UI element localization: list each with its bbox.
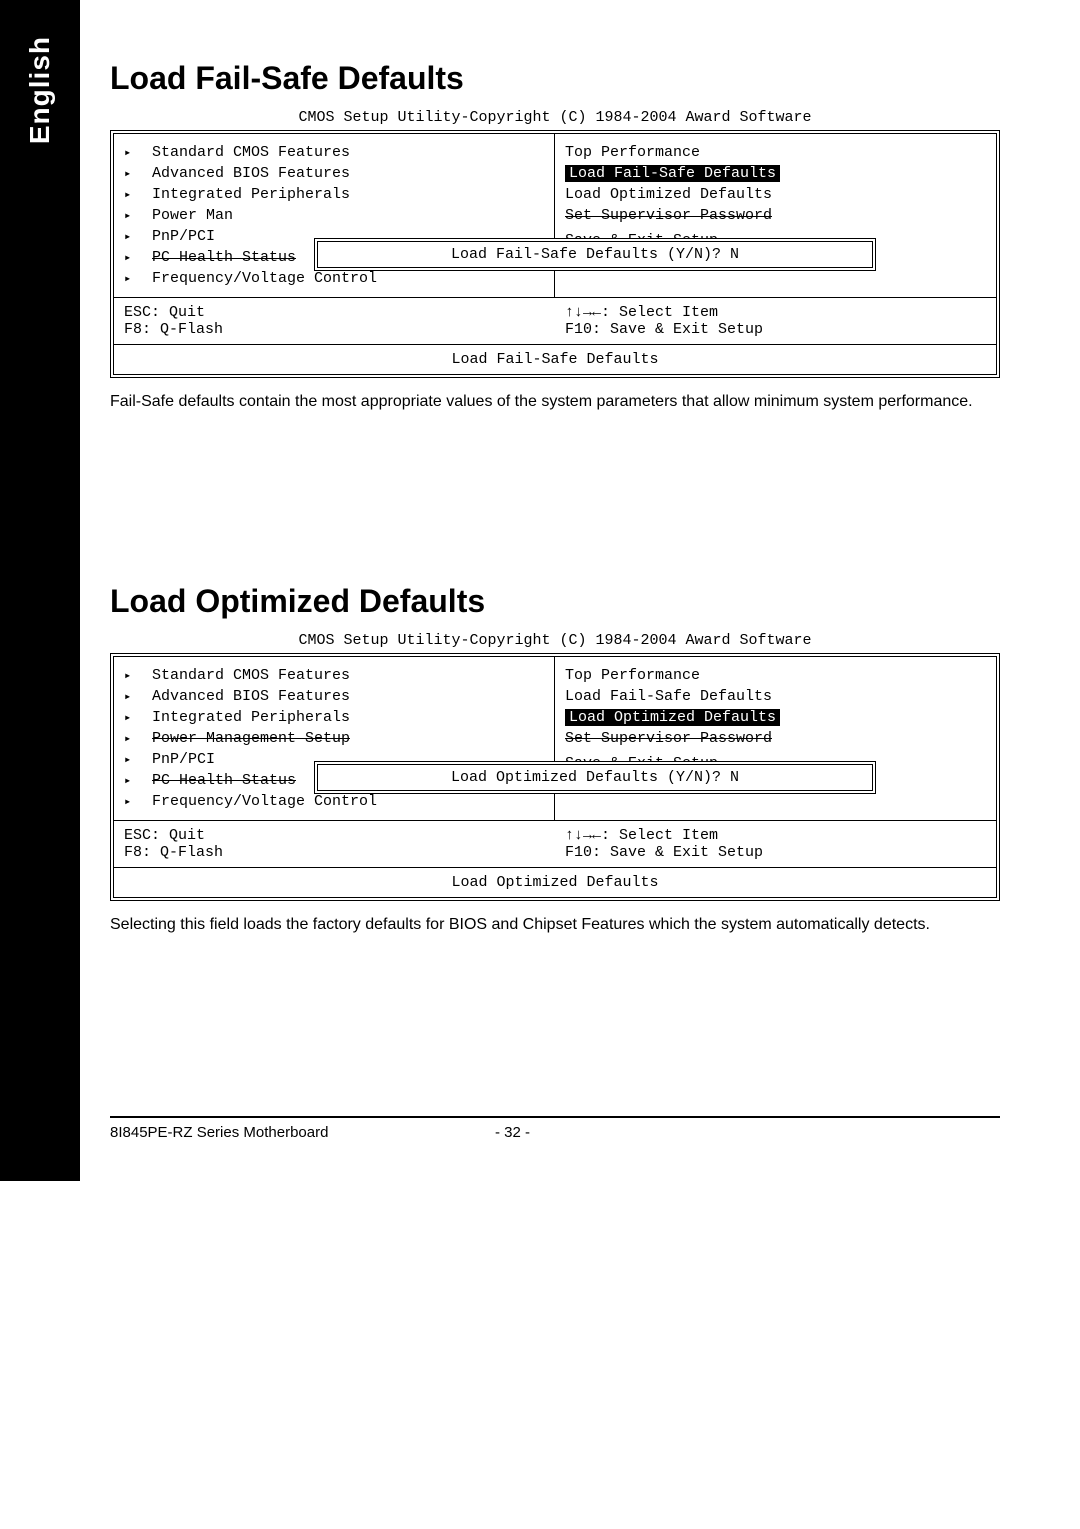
bios-panel-1: ▸Standard CMOS Features ▸Advanced BIOS F… — [110, 130, 1000, 378]
footer-f10: F10: Save & Exit Setup — [565, 844, 986, 861]
submenu-arrow-icon: ▸ — [124, 250, 152, 265]
bios-right-col-1: Top Performance Load Fail-Safe Defaults … — [555, 134, 996, 297]
menu-item-highlight[interactable]: Load Fail-Safe Defaults — [565, 163, 986, 184]
submenu-arrow-icon: ▸ — [124, 731, 152, 746]
menu-label: Set Supervisor Password — [565, 730, 772, 747]
dialog-text: Load Optimized Defaults (Y/N)? N — [451, 769, 739, 786]
submenu-arrow-icon: ▸ — [124, 187, 152, 202]
menu-item[interactable]: ▸Frequency/Voltage Control — [124, 268, 544, 289]
menu-item[interactable]: ▸Power Man — [124, 205, 544, 226]
submenu-arrow-icon: ▸ — [124, 773, 152, 788]
footer-model: 8I845PE-RZ Series Motherboard — [110, 1124, 495, 1141]
bios-right-col-2: Top Performance Load Fail-Safe Defaults … — [555, 657, 996, 820]
menu-label: Load Optimized Defaults — [565, 709, 780, 726]
menu-item[interactable]: Load Fail-Safe Defaults — [565, 686, 986, 707]
menu-item[interactable]: ▸Integrated Peripherals — [124, 184, 544, 205]
menu-label: PC Health Status — [152, 772, 296, 789]
section1-description: Fail-Safe defaults contain the most appr… — [110, 392, 1000, 413]
bios-left-col-2: ▸Standard CMOS Features ▸Advanced BIOS F… — [114, 657, 555, 820]
section2-title: Load Optimized Defaults — [110, 583, 1000, 620]
side-tab: English — [0, 0, 80, 1181]
submenu-arrow-icon: ▸ — [124, 689, 152, 704]
menu-label: Integrated Peripherals — [152, 186, 350, 203]
menu-item[interactable]: ▸Standard CMOS Features — [124, 142, 544, 163]
menu-item[interactable]: Set Supervisor Password — [565, 728, 986, 749]
menu-label: Load Fail-Safe Defaults — [565, 688, 772, 705]
footer-select: ↑↓→←: Select Item — [565, 827, 986, 844]
submenu-arrow-icon: ▸ — [124, 145, 152, 160]
menu-item-highlight[interactable]: Load Optimized Defaults — [565, 707, 986, 728]
menu-label: Frequency/Voltage Control — [152, 270, 377, 287]
footer-esc: ESC: Quit — [124, 827, 545, 844]
page-footer: 8I845PE-RZ Series Motherboard - 32 - — [110, 1116, 1000, 1141]
dialog-text: Load Fail-Safe Defaults (Y/N)? N — [451, 246, 739, 263]
menu-label: Power Management Setup — [152, 730, 350, 747]
submenu-arrow-icon: ▸ — [124, 794, 152, 809]
submenu-arrow-icon: ▸ — [124, 271, 152, 286]
side-tab-label: English — [24, 36, 56, 144]
menu-item[interactable]: Load Optimized Defaults — [565, 184, 986, 205]
footer-f10: F10: Save & Exit Setup — [565, 321, 986, 338]
menu-label: Top Performance — [565, 667, 700, 684]
menu-label: PC Health Status — [152, 249, 296, 266]
menu-item[interactable]: ▸Power Management Setup — [124, 728, 544, 749]
section1-caption: CMOS Setup Utility-Copyright (C) 1984-20… — [110, 109, 1000, 126]
menu-item[interactable]: ▸Advanced BIOS Features — [124, 163, 544, 184]
section2-caption: CMOS Setup Utility-Copyright (C) 1984-20… — [110, 632, 1000, 649]
footer-select: ↑↓→←: Select Item — [565, 304, 986, 321]
menu-label: Standard CMOS Features — [152, 144, 350, 161]
menu-label: PnP/PCI — [152, 751, 215, 768]
footer-f8: F8: Q-Flash — [124, 844, 545, 861]
footer-esc: ESC: Quit — [124, 304, 545, 321]
menu-item[interactable]: ▸Frequency/Voltage Control — [124, 791, 544, 812]
submenu-arrow-icon: ▸ — [124, 208, 152, 223]
menu-item[interactable]: ▸Advanced BIOS Features — [124, 686, 544, 707]
menu-label: Set Supervisor Password — [565, 207, 772, 224]
menu-label: PnP/PCI — [152, 228, 215, 245]
menu-label: Load Fail-Safe Defaults — [565, 165, 780, 182]
menu-label: Standard CMOS Features — [152, 667, 350, 684]
bios-helpbar-2: Load Optimized Defaults — [114, 867, 996, 897]
footer-f8: F8: Q-Flash — [124, 321, 545, 338]
footer-page-number: - 32 - — [495, 1124, 615, 1141]
menu-label: Advanced BIOS Features — [152, 688, 350, 705]
menu-label: Advanced BIOS Features — [152, 165, 350, 182]
menu-item[interactable]: Top Performance — [565, 142, 986, 163]
confirm-dialog-1[interactable]: Load Fail-Safe Defaults (Y/N)? N — [314, 238, 876, 271]
submenu-arrow-icon: ▸ — [124, 668, 152, 683]
submenu-arrow-icon: ▸ — [124, 229, 152, 244]
section1-title: Load Fail-Safe Defaults — [110, 60, 1000, 97]
section2-description: Selecting this field loads the factory d… — [110, 915, 1000, 936]
menu-item[interactable]: Top Performance — [565, 665, 986, 686]
menu-label: Power Man — [152, 207, 233, 224]
submenu-arrow-icon: ▸ — [124, 710, 152, 725]
bios-footer-2: ESC: Quit F8: Q-Flash ↑↓→←: Select Item … — [114, 820, 996, 867]
content-area: Load Fail-Safe Defaults CMOS Setup Utili… — [80, 0, 1080, 1181]
menu-label: Integrated Peripherals — [152, 709, 350, 726]
submenu-arrow-icon: ▸ — [124, 166, 152, 181]
submenu-arrow-icon: ▸ — [124, 752, 152, 767]
menu-label: Load Optimized Defaults — [565, 186, 772, 203]
menu-label: Frequency/Voltage Control — [152, 793, 377, 810]
confirm-dialog-2[interactable]: Load Optimized Defaults (Y/N)? N — [314, 761, 876, 794]
menu-item[interactable]: ▸Integrated Peripherals — [124, 707, 544, 728]
menu-item[interactable]: Set Supervisor Password — [565, 205, 986, 226]
bios-panel-2: ▸Standard CMOS Features ▸Advanced BIOS F… — [110, 653, 1000, 901]
menu-label: Top Performance — [565, 144, 700, 161]
menu-item[interactable]: ▸Standard CMOS Features — [124, 665, 544, 686]
bios-left-col-1: ▸Standard CMOS Features ▸Advanced BIOS F… — [114, 134, 555, 297]
bios-helpbar-1: Load Fail-Safe Defaults — [114, 344, 996, 374]
bios-footer-1: ESC: Quit F8: Q-Flash ↑↓→←: Select Item … — [114, 297, 996, 344]
